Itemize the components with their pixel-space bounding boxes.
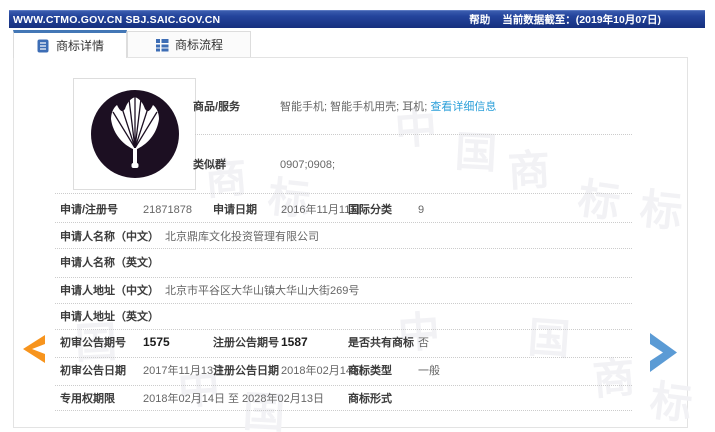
goods-value: 智能手机; 智能手机用壳; 耳机; 查看详细信息 [280, 100, 496, 114]
applicant-addr-cn-value: 北京市平谷区大华山镇大华山大街269号 [165, 285, 360, 297]
applicant-name-en-label: 申请人名称（英文） [60, 257, 159, 269]
row-separator [55, 410, 632, 411]
applicant-addr-en-label: 申请人地址（英文） [60, 311, 159, 323]
document-icon [36, 39, 50, 53]
trademark-detail-page: 中 国 商 标 商 标 标 国 中 国 商 标 中 国 WWW.CTMO.GOV… [0, 0, 715, 432]
applicant-name-cn-label: 申请人名称（中文） [60, 231, 159, 243]
prelim-gazette-date-label: 初审公告日期 [60, 365, 126, 377]
view-detail-link[interactable]: 查看详细信息 [430, 101, 496, 113]
help-link[interactable]: 帮助 [469, 12, 490, 27]
exclusive-period-value: 2018年02月14日 至 2028年02月13日 [143, 393, 324, 405]
tab-trademark-process[interactable]: 商标流程 [127, 31, 251, 57]
chevron-right-icon[interactable] [650, 333, 677, 372]
prelim-gazette-no-label: 初审公告期号 [60, 337, 126, 349]
exclusive-period-label: 专用权期限 [60, 393, 115, 405]
reg-gazette-no-value: 1587 [281, 335, 308, 349]
topbar-right-group: 帮助 当前数据截至：(2019年10月07日) [469, 12, 661, 27]
site-url-title: WWW.CTMO.GOV.CN SBJ.SAIC.GOV.CN [13, 13, 221, 26]
shared-trademark-value: 否 [418, 337, 429, 349]
row-separator [55, 357, 632, 358]
app-date-label: 申请日期 [213, 204, 257, 216]
row-separator [195, 134, 632, 135]
chevron-left-icon[interactable] [23, 335, 45, 363]
trademark-form-label: 商标形式 [348, 393, 392, 405]
shared-trademark-label: 是否共有商标 [348, 337, 414, 349]
similar-group-value: 0907;0908; [280, 159, 336, 171]
tab-trademark-detail[interactable]: 商标详情 [13, 30, 127, 58]
goods-text: 智能手机; 智能手机用壳; 耳机; [280, 101, 428, 113]
app-reg-no-value: 21871878 [143, 204, 192, 216]
prelim-gazette-no-value: 1575 [143, 335, 170, 349]
data-cutoff-label: 当前数据截至：(2019年10月07日) [502, 14, 661, 26]
trademark-type-value: 一般 [418, 365, 440, 377]
row-separator [55, 329, 632, 330]
trademark-image [73, 78, 196, 190]
reg-gazette-no-label: 注册公告期号 [213, 337, 279, 349]
applicant-addr-cn-label: 申请人地址（中文） [60, 285, 159, 297]
row-separator [55, 385, 632, 386]
intl-class-value: 9 [418, 204, 425, 216]
row-separator [55, 193, 632, 194]
row-separator [55, 303, 632, 304]
tab-label: 商标详情 [55, 39, 104, 53]
prelim-gazette-date-value: 2017年11月13日 [143, 365, 225, 377]
app-reg-no-label: 申请/注册号 [60, 204, 119, 216]
trademark-type-label: 商标类型 [348, 365, 392, 377]
row-separator [55, 248, 632, 249]
row-separator [55, 222, 632, 223]
tab-label: 商标流程 [174, 38, 223, 52]
applicant-name-cn-value: 北京鼎库文化投资管理有限公司 [165, 231, 319, 243]
intl-class-label: 国际分类 [348, 204, 392, 216]
list-icon [155, 38, 169, 52]
row-separator [55, 277, 632, 278]
goods-label: 商品/服务 [193, 101, 241, 113]
fan-logo-icon [90, 90, 179, 178]
reg-gazette-date-label: 注册公告日期 [213, 365, 279, 377]
topbar: WWW.CTMO.GOV.CN SBJ.SAIC.GOV.CN 帮助 当前数据截… [9, 10, 705, 28]
similar-group-label: 类似群 [193, 159, 226, 171]
